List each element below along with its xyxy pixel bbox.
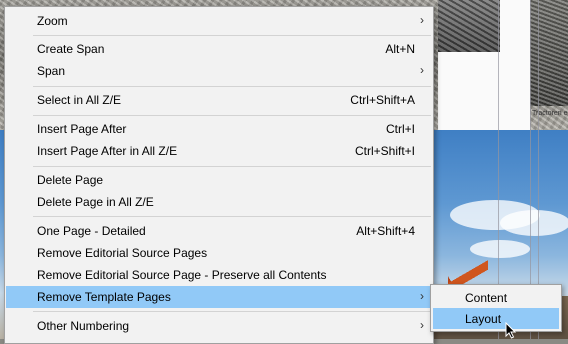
menu-item-label: Remove Template Pages <box>37 290 171 304</box>
menu-item-one-page-detailed[interactable]: One Page - Detailed Alt+Shift+4 <box>6 220 433 242</box>
menu-item-label: Zoom <box>37 14 68 28</box>
menu-item-label: Select in All Z/E <box>37 93 122 107</box>
chevron-right-icon: › <box>420 318 424 332</box>
menu-item-label: Other Numbering <box>37 319 130 333</box>
menu-item-label: Insert Page After in All Z/E <box>37 144 178 158</box>
menu-separator <box>33 166 431 167</box>
menu-item-shortcut: Alt+Shift+4 <box>356 224 415 238</box>
menu-item-shortcut: Ctrl+Shift+I <box>354 144 415 158</box>
context-menu: Zoom › Create Span Alt+N Span › Select i… <box>4 6 434 344</box>
menu-separator <box>33 115 431 116</box>
menu-item-label: Remove Editorial Source Pages <box>37 246 208 260</box>
menu-item-delete-page[interactable]: Delete Page <box>6 169 433 191</box>
menu-item-span[interactable]: Span › <box>6 60 433 82</box>
menu-item-create-span[interactable]: Create Span Alt+N <box>6 38 433 60</box>
menu-item-select-all-ze[interactable]: Select in All Z/E Ctrl+Shift+A <box>6 89 433 111</box>
submenu-item-layout[interactable]: Layout <box>433 308 559 329</box>
menu-separator <box>33 216 431 217</box>
menu-item-label: Delete Page in All Z/E <box>37 195 154 209</box>
menu-item-label: Create Span <box>37 42 105 56</box>
menu-item-shortcut: Alt+N <box>385 42 415 56</box>
menu-item-zoom[interactable]: Zoom › <box>6 10 433 32</box>
photo-right <box>530 0 568 106</box>
menu-item-label: Span <box>37 64 66 78</box>
menu-item-shortcut: Ctrl+Shift+A <box>350 93 415 107</box>
submenu-item-content[interactable]: Content <box>433 287 559 308</box>
submenu-remove-template-pages: Content Layout <box>430 284 562 332</box>
chevron-right-icon: › <box>420 289 424 303</box>
menu-item-delete-page-all-ze[interactable]: Delete Page in All Z/E <box>6 191 433 213</box>
mouse-cursor-icon <box>505 322 517 339</box>
menu-item-insert-page-after[interactable]: Insert Page After Ctrl+I <box>6 118 433 140</box>
menu-separator <box>33 311 431 312</box>
menu-item-remove-editorial-preserve[interactable]: Remove Editorial Source Page - Preserve … <box>6 264 433 286</box>
menu-item-label: One Page - Detailed <box>37 224 146 238</box>
submenu-item-label: Layout <box>465 312 502 326</box>
menu-item-shortcut: Ctrl+I <box>385 122 415 136</box>
menu-item-remove-template-pages[interactable]: Remove Template Pages › <box>6 286 433 308</box>
menu-item-label: Remove Editorial Source Page - Preserve … <box>37 268 327 282</box>
submenu-item-label: Content <box>465 291 508 305</box>
menu-item-label: Delete Page <box>37 173 104 187</box>
chevron-right-icon: › <box>420 63 424 77</box>
menu-item-label: Insert Page After <box>37 122 127 136</box>
menu-separator <box>33 35 431 36</box>
menu-separator <box>33 86 431 87</box>
menu-item-other-numbering[interactable]: Other Numbering › <box>6 315 433 337</box>
menu-item-remove-editorial-source-pages[interactable]: Remove Editorial Source Pages <box>6 242 433 264</box>
page-photo <box>438 0 500 52</box>
page-thumbnail <box>438 0 530 130</box>
chevron-right-icon: › <box>420 13 424 27</box>
menu-item-insert-page-after-all-ze[interactable]: Insert Page After in All Z/E Ctrl+Shift+… <box>6 140 433 162</box>
